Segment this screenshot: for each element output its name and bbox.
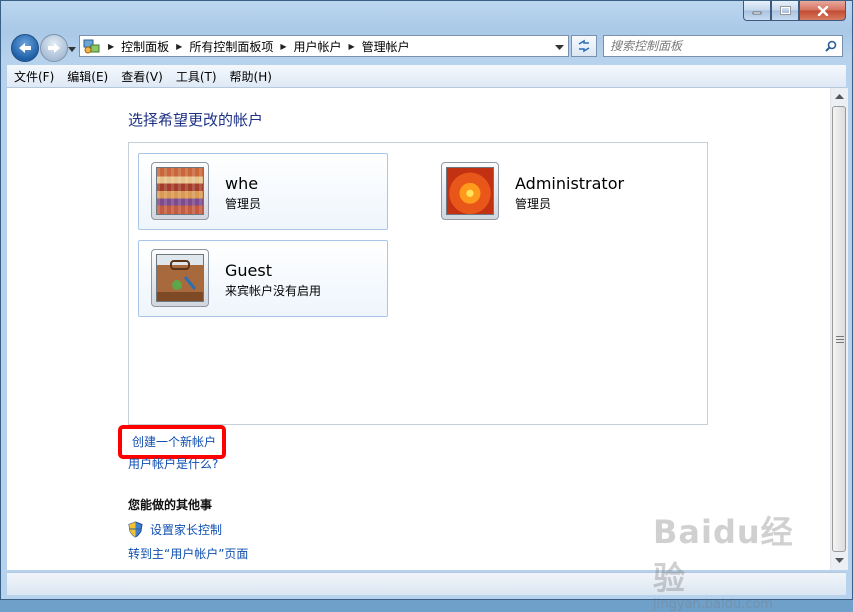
caption-buttons [743, 1, 846, 21]
watermark: Baidu经验 jingyan.baidu.com [653, 507, 813, 612]
breadcrumb-control-panel[interactable]: 控制面板 [121, 38, 169, 55]
account-role: 管理员 [225, 197, 262, 211]
scrollbar-grip [836, 336, 844, 345]
minimize-button[interactable] [743, 1, 771, 21]
close-button[interactable] [799, 1, 846, 21]
menu-edit[interactable]: 编辑(E) [60, 68, 114, 85]
breadcrumb-separator: ▶ [108, 41, 115, 51]
minimize-icon [752, 11, 762, 14]
account-tile-administrator[interactable]: Administrator 管理员 [428, 153, 678, 230]
breadcrumb-all-items[interactable]: 所有控制面板项 [189, 38, 273, 55]
fabric-avatar-icon [151, 162, 209, 220]
arrow-right-icon [48, 43, 60, 53]
account-name: whe [225, 174, 259, 193]
suitcase-avatar-icon [151, 249, 209, 307]
vertical-scrollbar[interactable] [830, 88, 848, 570]
chevron-down-icon [68, 47, 76, 52]
maximize-icon [779, 6, 791, 15]
menu-help[interactable]: 帮助(H) [223, 68, 278, 85]
address-row: ▶ 控制面板 ▶ 所有控制面板项 ▶ 用户帐户 ▶ 管理帐户 [1, 31, 852, 63]
forward-button[interactable] [40, 34, 68, 62]
account-tile-guest[interactable]: Guest 来宾帐户没有启用 [138, 240, 388, 317]
address-dropdown-button[interactable] [555, 40, 564, 54]
page-title: 选择希望更改的帐户 [128, 111, 264, 129]
account-tile-whe[interactable]: whe 管理员 [138, 153, 388, 230]
arrow-left-icon [19, 43, 31, 53]
what-is-account-link[interactable]: 用户帐户是什么? [128, 455, 218, 472]
chevron-down-icon [555, 45, 564, 50]
menu-bar: 文件(F) 编辑(E) 查看(V) 工具(T) 帮助(H) [7, 65, 846, 88]
goto-user-accounts-link[interactable]: 转到主“用户帐户”页面 [128, 545, 248, 562]
search-box [603, 35, 843, 57]
back-button[interactable] [11, 34, 39, 62]
menu-tools[interactable]: 工具(T) [169, 68, 223, 85]
maximize-button[interactable] [771, 1, 799, 21]
account-role: 管理员 [515, 197, 552, 211]
scrollbar-thumb[interactable] [832, 106, 846, 552]
menu-view[interactable]: 查看(V) [114, 68, 169, 85]
accounts-panel: whe 管理员 Administrator 管理员 Guest 来宾帐户没有启用 [128, 142, 708, 425]
refresh-button[interactable] [571, 35, 597, 57]
other-tasks-heading: 您能做的其他事 [128, 498, 213, 512]
breadcrumb-separator: ▶ [176, 41, 183, 51]
search-input[interactable] [604, 38, 825, 54]
account-role: 来宾帐户没有启用 [225, 284, 322, 298]
parental-controls-row: 设置家长控制 [128, 521, 222, 538]
search-icon[interactable] [825, 40, 837, 52]
account-name: Guest [225, 261, 272, 280]
explorer-window: ▶ 控制面板 ▶ 所有控制面板项 ▶ 用户帐户 ▶ 管理帐户 搜索控制面板 文件… [0, 0, 853, 612]
breadcrumb-separator: ▶ [348, 41, 355, 51]
watermark-url: jingyan.baidu.com [653, 597, 773, 612]
close-icon [817, 5, 828, 16]
parental-controls-link[interactable]: 设置家长控制 [150, 521, 222, 538]
scroll-down-icon[interactable] [835, 558, 844, 564]
breadcrumb-separator: ▶ [280, 41, 287, 51]
create-account-highlight: 创建一个新帐户 [118, 425, 227, 459]
shield-icon [128, 521, 143, 538]
scroll-up-icon[interactable] [835, 94, 844, 100]
breadcrumb-manage-accounts[interactable]: 管理帐户 [362, 38, 410, 55]
breadcrumb-user-accounts[interactable]: 用户帐户 [294, 38, 342, 55]
address-bar[interactable]: ▶ 控制面板 ▶ 所有控制面板项 ▶ 用户帐户 ▶ 管理帐户 [79, 35, 569, 57]
recent-pages-button[interactable] [68, 42, 76, 56]
content-area: 选择希望更改的帐户 whe 管理员 Administrator 管理员 Gues… [7, 88, 830, 570]
watermark-logo: Baidu经验 [653, 513, 794, 597]
control-panel-icon [83, 39, 100, 54]
refresh-icon [578, 39, 590, 53]
flower-avatar-icon [441, 162, 499, 220]
create-account-link[interactable]: 创建一个新帐户 [132, 435, 216, 449]
suitcase-icon [170, 260, 197, 290]
account-name: Administrator [515, 174, 625, 193]
menu-file[interactable]: 文件(F) [7, 68, 60, 85]
